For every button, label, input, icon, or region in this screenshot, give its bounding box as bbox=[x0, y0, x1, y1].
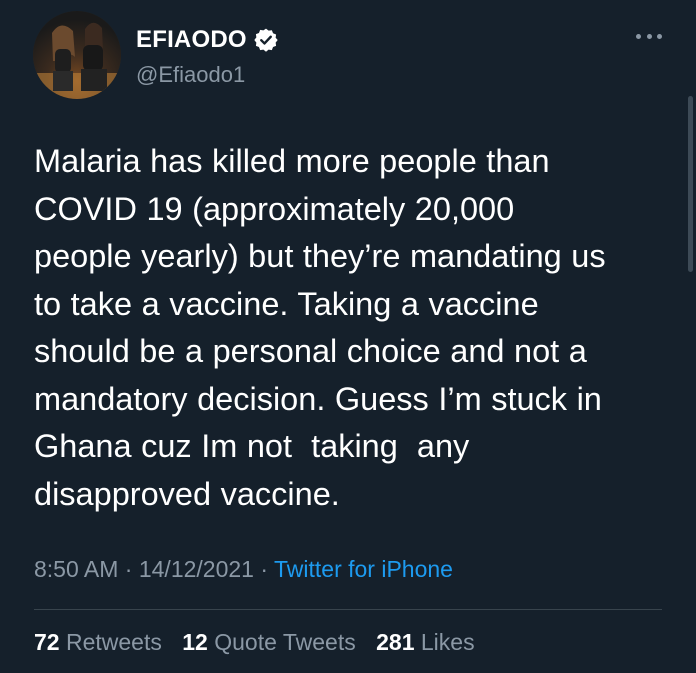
tweet-source-link[interactable]: Twitter for iPhone bbox=[274, 556, 453, 582]
likes-label: Likes bbox=[420, 629, 475, 655]
likes-count: 281 bbox=[376, 629, 415, 655]
retweets-count: 72 bbox=[34, 629, 60, 655]
divider bbox=[34, 609, 662, 610]
avatar-photo bbox=[33, 11, 121, 99]
more-options-icon[interactable] bbox=[636, 28, 662, 44]
more-dot bbox=[657, 33, 662, 39]
author-name-row[interactable]: EFIAODO bbox=[136, 26, 279, 54]
display-name[interactable]: EFIAODO bbox=[136, 26, 247, 54]
tweet-time[interactable]: 8:50 AM bbox=[34, 556, 118, 582]
more-dot bbox=[646, 33, 652, 39]
more-dot bbox=[636, 33, 641, 39]
verified-badge-icon bbox=[253, 27, 279, 53]
quote-tweets-count: 12 bbox=[182, 629, 208, 655]
retweets-label: Retweets bbox=[65, 629, 162, 655]
tweet-stats: 72 Retweets 12 Quote Tweets 281 Likes bbox=[34, 629, 489, 656]
tweet-date[interactable]: 14/12/2021 bbox=[139, 556, 254, 582]
tweet-card: EFIAODO @Efiaodo1 Malaria has killed mor… bbox=[0, 0, 696, 673]
tweet-metadata: 8:50 AM · 14/12/2021 · Twitter for iPhon… bbox=[34, 556, 453, 583]
tweet-text: Malaria has killed more people than COVI… bbox=[34, 143, 606, 512]
quote-tweets-stat[interactable]: 12 Quote Tweets bbox=[182, 629, 355, 655]
meta-separator: · bbox=[118, 556, 139, 582]
quote-tweets-label: Quote Tweets bbox=[214, 629, 356, 655]
user-handle[interactable]: @Efiaodo1 bbox=[136, 62, 245, 88]
avatar[interactable] bbox=[33, 11, 121, 99]
likes-stat[interactable]: 281 Likes bbox=[376, 629, 474, 655]
meta-separator: · bbox=[253, 556, 274, 582]
scrollbar[interactable] bbox=[688, 96, 693, 272]
retweets-stat[interactable]: 72 Retweets bbox=[34, 629, 162, 655]
